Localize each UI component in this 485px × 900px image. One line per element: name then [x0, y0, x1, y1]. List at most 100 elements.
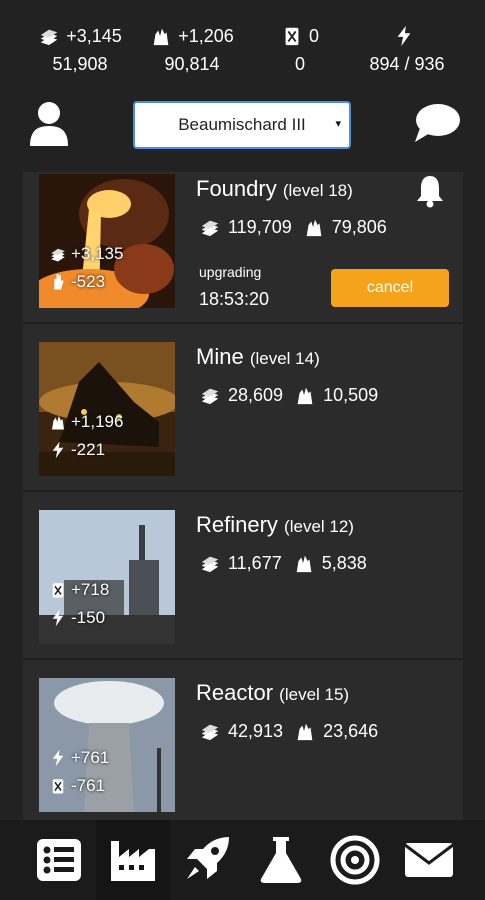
user-icon[interactable] [28, 100, 70, 148]
consumption-row: -150 [49, 608, 105, 628]
chevron-down-icon: ▾ [335, 118, 341, 130]
upgrade-cost: 42,913 23,646 [198, 720, 378, 742]
cost-crystal: 79,806 [331, 216, 387, 237]
fuel-can-icon [49, 777, 67, 795]
fuel-rate: 0 [308, 25, 319, 46]
crystal-icon [49, 413, 67, 431]
building-level: (level 12) [284, 517, 354, 536]
upgrade-timer: 18:53:20 [199, 289, 270, 309]
base-selector[interactable]: Beaumischard III ▾ [133, 101, 351, 149]
refinery-image: +718 -150 [39, 510, 175, 644]
bottom-nav [0, 820, 485, 900]
nav-fleet[interactable] [170, 820, 244, 900]
building-name: Refinery [196, 512, 278, 537]
galaxy-icon [330, 835, 380, 885]
production-value: +761 [71, 748, 110, 767]
crystal-icon [293, 720, 317, 742]
metal-bars-icon [198, 552, 222, 574]
building-name: Foundry [196, 176, 277, 201]
upgrade-cost: 119,709 79,806 [198, 216, 387, 238]
production-value: +718 [71, 580, 110, 599]
crystal-total: 90,814 [164, 54, 220, 74]
list-icon [37, 839, 81, 881]
hand-icon [49, 273, 67, 291]
building-level: (level 18) [282, 181, 353, 200]
reactor-image: +761 -761 [39, 678, 175, 812]
lightning-icon [49, 609, 67, 627]
lightning-icon [49, 749, 67, 767]
nav-messages[interactable] [392, 820, 466, 900]
cost-metal: 42,913 [228, 720, 284, 741]
crystal-icon [293, 384, 317, 406]
cost-crystal: 23,646 [323, 720, 379, 741]
fuel-total: 0 [294, 54, 305, 74]
crystal-icon [292, 552, 316, 574]
metal-bars-icon [38, 25, 60, 47]
cost-crystal: 10,509 [323, 384, 379, 405]
building-card-refinery[interactable]: +718 -150 Refinery (level 12) 11,677 5,8… [23, 494, 463, 660]
cost-crystal: 5,838 [321, 552, 367, 573]
building-title: Reactor (level 15) [196, 680, 349, 706]
production-row: +3,135 [49, 244, 123, 264]
production-row: +761 [49, 748, 109, 768]
cost-metal: 11,677 [228, 552, 282, 573]
header: Beaumischard III ▾ [0, 96, 485, 158]
lightning-icon [393, 25, 415, 47]
upgrade-cost: 11,677 5,838 [198, 552, 367, 574]
metal-bars-icon [198, 216, 222, 238]
building-title: Foundry (level 18) [196, 176, 353, 202]
consumption-row: -761 [49, 776, 105, 796]
fuel-can-icon [281, 25, 303, 47]
building-name: Mine [196, 344, 244, 369]
production-value: +3,135 [71, 244, 124, 263]
factory-icon [111, 841, 155, 881]
building-card-reactor[interactable]: +761 -761 Reactor (level 15) 42,913 23,6… [23, 662, 463, 820]
nav-buildings[interactable] [96, 820, 170, 900]
metal-rate: +3,145 [66, 25, 122, 46]
building-level: (level 14) [249, 349, 320, 368]
rocket-icon [187, 837, 229, 879]
consumption-value: -761 [71, 776, 106, 795]
bell-icon[interactable] [415, 174, 445, 208]
metal-bars-icon [198, 384, 222, 406]
consumption-value: -150 [71, 608, 106, 627]
crystal-rate: +1,206 [178, 25, 234, 46]
foundry-image: +3,135 -523 [39, 174, 175, 308]
consumption-row: -523 [49, 272, 105, 292]
production-value: +1,196 [71, 412, 124, 431]
fuel-resource: 0 0 [245, 22, 355, 75]
nav-research[interactable] [244, 820, 318, 900]
metal-bars-icon [198, 720, 222, 742]
lightning-icon [49, 441, 67, 459]
cost-metal: 119,709 [228, 216, 292, 237]
production-row: +1,196 [49, 412, 123, 432]
fuel-can-icon [49, 581, 67, 599]
building-title: Mine (level 14) [196, 344, 320, 370]
building-card-foundry[interactable]: +3,135 -523 Foundry (level 18) 119,709 7… [23, 172, 463, 324]
crystal-icon [302, 216, 326, 238]
crystal-resource: +1,206 90,814 [137, 22, 247, 75]
consumption-value: -221 [71, 440, 106, 459]
base-name: Beaumischard III [178, 115, 306, 134]
building-card-mine[interactable]: +1,196 -221 Mine (level 14) 28,609 10,50… [23, 326, 463, 492]
building-title: Refinery (level 12) [196, 512, 354, 538]
resource-bar: +3,145 51,908 +1,206 90,814 0 0 894 / 93… [0, 0, 485, 90]
mail-icon [404, 843, 454, 877]
cancel-button[interactable]: cancel [331, 269, 449, 307]
cost-metal: 28,609 [228, 384, 284, 405]
consumption-row: -221 [49, 440, 105, 460]
building-list[interactable]: +3,135 -523 Foundry (level 18) 119,709 7… [23, 172, 463, 820]
nav-list[interactable] [22, 820, 96, 900]
energy-resource: 894 / 936 [352, 22, 462, 75]
upgrade-cost: 28,609 10,509 [198, 384, 378, 406]
metal-resource: +3,145 51,908 [25, 22, 135, 75]
upgrading-label: upgrading [199, 264, 262, 280]
energy-total: 894 / 936 [369, 54, 445, 74]
chat-bubble-icon[interactable] [412, 102, 462, 146]
nav-galaxy[interactable] [318, 820, 392, 900]
flask-icon [260, 837, 302, 883]
production-row: +718 [49, 580, 109, 600]
consumption-value: -523 [71, 272, 106, 291]
building-name: Reactor [196, 680, 274, 705]
crystal-icon [150, 25, 172, 47]
